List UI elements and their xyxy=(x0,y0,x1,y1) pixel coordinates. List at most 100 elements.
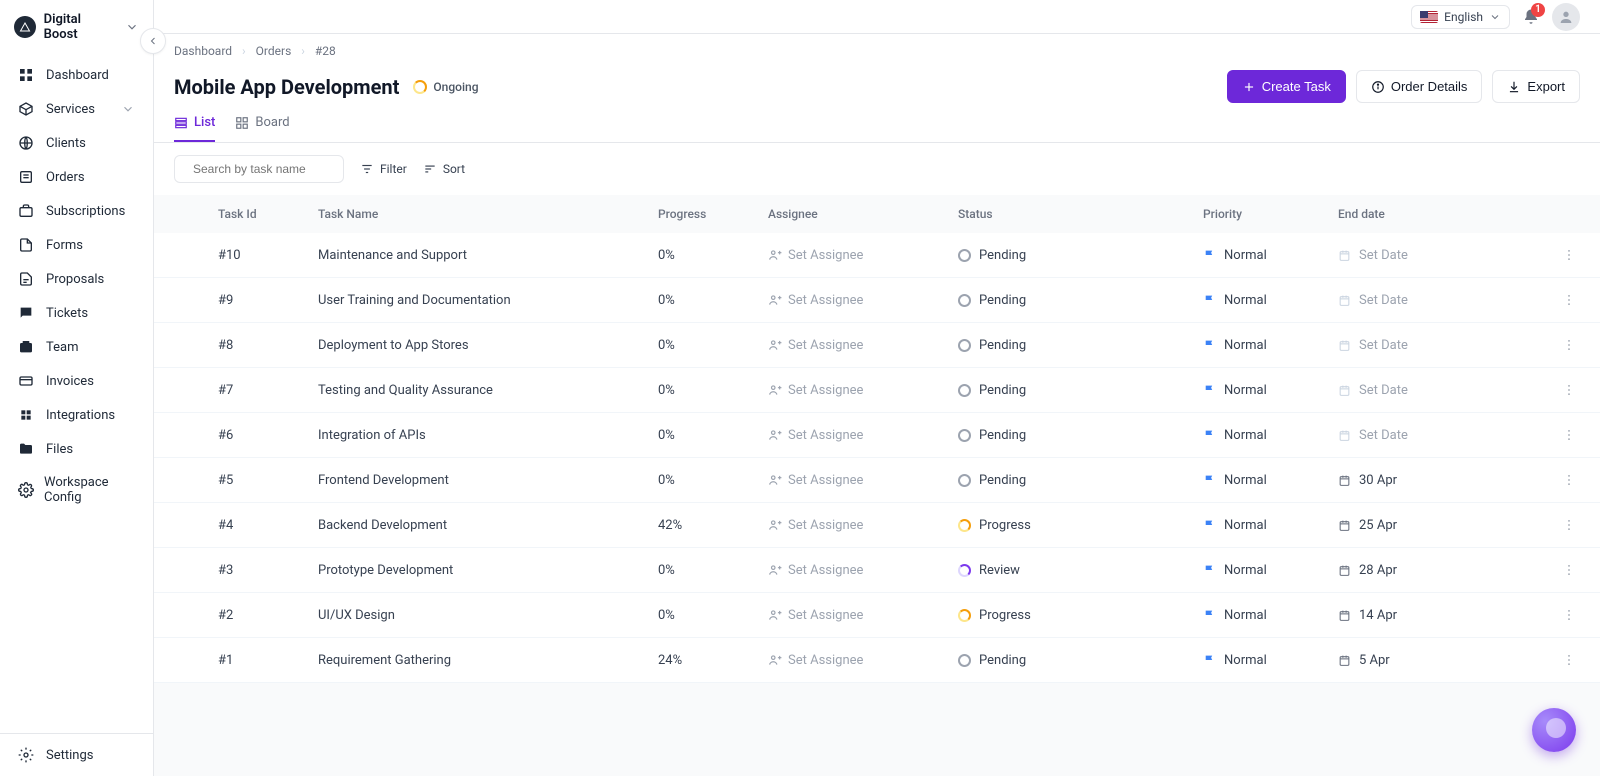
sidebar-item-settings[interactable]: Settings xyxy=(0,734,153,776)
end-date-cell[interactable]: Set Date xyxy=(1338,428,1498,443)
sidebar-item-tickets[interactable]: Tickets xyxy=(0,296,153,330)
sidebar-item-services[interactable]: Services xyxy=(0,92,153,126)
sidebar-collapse-button[interactable] xyxy=(140,28,166,54)
order-details-button[interactable]: Order Details xyxy=(1356,70,1483,103)
table-row[interactable]: #10Maintenance and Support0%Set Assignee… xyxy=(154,233,1600,278)
th-progress[interactable]: Progress xyxy=(658,207,768,221)
end-date-cell[interactable]: Set Date xyxy=(1338,293,1498,308)
sidebar-item-dashboard[interactable]: Dashboard xyxy=(0,58,153,92)
assignee-placeholder: Set Assignee xyxy=(788,473,863,488)
status-cell[interactable]: Pending xyxy=(958,293,1203,308)
status-cell[interactable]: Progress xyxy=(958,608,1203,623)
sidebar-item-orders[interactable]: Orders xyxy=(0,160,153,194)
set-assignee-button[interactable]: Set Assignee xyxy=(768,653,958,668)
row-more-button[interactable] xyxy=(1558,649,1580,671)
table-row[interactable]: #3Prototype Development0%Set AssigneeRev… xyxy=(154,548,1600,593)
set-assignee-button[interactable]: Set Assignee xyxy=(768,338,958,353)
set-assignee-button[interactable]: Set Assignee xyxy=(768,518,958,533)
set-assignee-button[interactable]: Set Assignee xyxy=(768,293,958,308)
th-assignee[interactable]: Assignee xyxy=(768,207,958,221)
sidebar-item-forms[interactable]: Forms xyxy=(0,228,153,262)
end-date-cell[interactable]: Set Date xyxy=(1338,248,1498,263)
sidebar-item-clients[interactable]: Clients xyxy=(0,126,153,160)
sidebar-item-subscriptions[interactable]: Subscriptions xyxy=(0,194,153,228)
user-avatar[interactable] xyxy=(1552,3,1580,31)
th-name[interactable]: Task Name xyxy=(318,207,658,221)
notifications-button[interactable]: 1 xyxy=(1522,8,1540,26)
status-cell[interactable]: Pending xyxy=(958,653,1203,668)
tab-list[interactable]: List xyxy=(174,115,215,142)
row-more-button[interactable] xyxy=(1558,604,1580,626)
create-task-button[interactable]: Create Task xyxy=(1227,70,1346,103)
workspace-switcher[interactable]: Digital Boost xyxy=(0,0,153,50)
status-text: Progress xyxy=(979,608,1031,623)
sidebar-item-files[interactable]: Files xyxy=(0,432,153,466)
table-row[interactable]: #2UI/UX Design0%Set AssigneeProgressNorm… xyxy=(154,593,1600,638)
table-row[interactable]: #1Requirement Gathering24%Set AssigneePe… xyxy=(154,638,1600,683)
end-date-cell[interactable]: 5 Apr xyxy=(1338,653,1498,668)
status-cell[interactable]: Pending xyxy=(958,338,1203,353)
sidebar-item-invoices[interactable]: Invoices xyxy=(0,364,153,398)
sidebar-item-proposals[interactable]: Proposals xyxy=(0,262,153,296)
row-more-button[interactable] xyxy=(1558,289,1580,311)
row-more-button[interactable] xyxy=(1558,334,1580,356)
breadcrumb-orders[interactable]: Orders xyxy=(256,44,292,58)
filter-button[interactable]: Filter xyxy=(360,162,407,176)
breadcrumb-dashboard[interactable]: Dashboard xyxy=(174,44,232,58)
table-row[interactable]: #5Frontend Development0%Set AssigneePend… xyxy=(154,458,1600,503)
end-date-cell[interactable]: 25 Apr xyxy=(1338,518,1498,533)
status-cell[interactable]: Review xyxy=(958,563,1203,578)
status-cell[interactable]: Pending xyxy=(958,383,1203,398)
search-input[interactable] xyxy=(193,162,348,176)
end-date-cell[interactable]: 30 Apr xyxy=(1338,473,1498,488)
help-fab[interactable] xyxy=(1532,708,1576,752)
sidebar-item-workspace-config[interactable]: Workspace Config xyxy=(0,466,153,514)
set-assignee-button[interactable]: Set Assignee xyxy=(768,248,958,263)
priority-cell[interactable]: Normal xyxy=(1203,518,1338,533)
priority-cell[interactable]: Normal xyxy=(1203,563,1338,578)
status-cell[interactable]: Pending xyxy=(958,248,1203,263)
priority-cell[interactable]: Normal xyxy=(1203,653,1338,668)
priority-cell[interactable]: Normal xyxy=(1203,473,1338,488)
set-assignee-button[interactable]: Set Assignee xyxy=(768,473,958,488)
priority-cell[interactable]: Normal xyxy=(1203,293,1338,308)
th-id[interactable]: Task Id xyxy=(218,207,318,221)
set-assignee-button[interactable]: Set Assignee xyxy=(768,563,958,578)
end-date-cell[interactable]: Set Date xyxy=(1338,383,1498,398)
sort-button[interactable]: Sort xyxy=(423,162,465,176)
row-more-button[interactable] xyxy=(1558,424,1580,446)
priority-cell[interactable]: Normal xyxy=(1203,428,1338,443)
end-date-cell[interactable]: 14 Apr xyxy=(1338,608,1498,623)
table-row[interactable]: #6Integration of APIs0%Set AssigneePendi… xyxy=(154,413,1600,458)
row-more-button[interactable] xyxy=(1558,379,1580,401)
language-switcher[interactable]: English xyxy=(1411,5,1510,29)
sidebar-item-team[interactable]: Team xyxy=(0,330,153,364)
row-more-button[interactable] xyxy=(1558,514,1580,536)
priority-cell[interactable]: Normal xyxy=(1203,383,1338,398)
th-priority[interactable]: Priority xyxy=(1203,207,1338,221)
priority-cell[interactable]: Normal xyxy=(1203,608,1338,623)
status-cell[interactable]: Progress xyxy=(958,518,1203,533)
row-more-button[interactable] xyxy=(1558,559,1580,581)
th-end[interactable]: End date xyxy=(1338,207,1498,221)
end-date-cell[interactable]: Set Date xyxy=(1338,338,1498,353)
table-row[interactable]: #8Deployment to App Stores0%Set Assignee… xyxy=(154,323,1600,368)
priority-cell[interactable]: Normal xyxy=(1203,338,1338,353)
export-button[interactable]: Export xyxy=(1492,70,1580,103)
set-assignee-button[interactable]: Set Assignee xyxy=(768,608,958,623)
priority-cell[interactable]: Normal xyxy=(1203,248,1338,263)
table-row[interactable]: #9User Training and Documentation0%Set A… xyxy=(154,278,1600,323)
status-cell[interactable]: Pending xyxy=(958,473,1203,488)
tab-board[interactable]: Board xyxy=(235,115,289,142)
set-assignee-button[interactable]: Set Assignee xyxy=(768,383,958,398)
end-date-cell[interactable]: 28 Apr xyxy=(1338,563,1498,578)
row-more-button[interactable] xyxy=(1558,244,1580,266)
table-row[interactable]: #7Testing and Quality Assurance0%Set Ass… xyxy=(154,368,1600,413)
set-assignee-button[interactable]: Set Assignee xyxy=(768,428,958,443)
status-cell[interactable]: Pending xyxy=(958,428,1203,443)
table-row[interactable]: #4Backend Development42%Set AssigneeProg… xyxy=(154,503,1600,548)
row-more-button[interactable] xyxy=(1558,469,1580,491)
page-header: Mobile App Development Ongoing Create Ta… xyxy=(154,64,1600,103)
sidebar-item-integrations[interactable]: Integrations xyxy=(0,398,153,432)
th-status[interactable]: Status xyxy=(958,207,1203,221)
